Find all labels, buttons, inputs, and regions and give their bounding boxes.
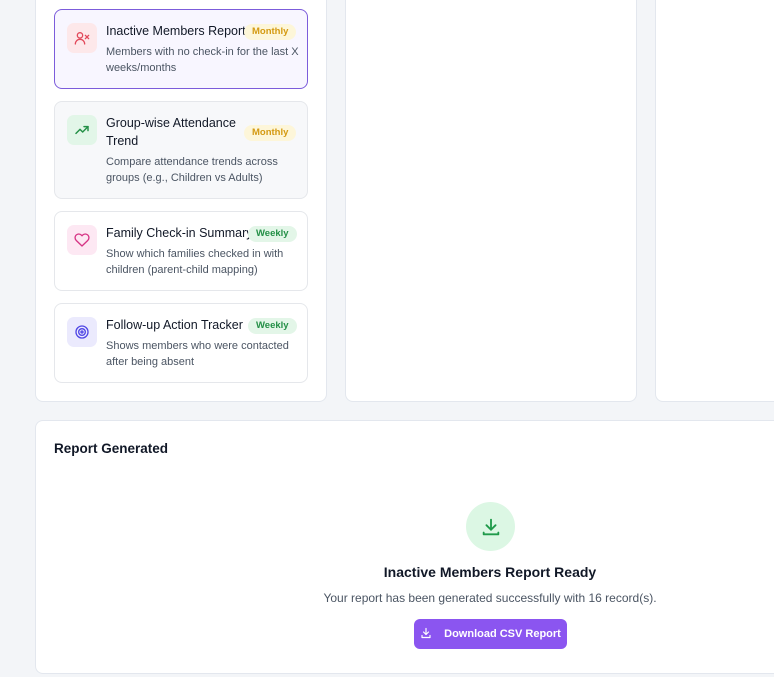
report-card-description: Shows members who were contacted after b… (106, 340, 289, 368)
report-card-title: Group-wise Attendance Trend (106, 116, 236, 148)
report-card-family-checkin[interactable]: Family Check-in Summary Weekly Show whic… (54, 211, 308, 291)
report-card-description: Members with no check-in for the last X … (106, 46, 299, 74)
report-card-title: Inactive Members Report (106, 24, 246, 38)
filters-panel (345, 0, 637, 402)
download-csv-button[interactable]: Download CSV Report (414, 619, 567, 649)
download-icon (466, 502, 515, 551)
frequency-badge: Monthly (244, 24, 297, 40)
frequency-badge: Monthly (244, 125, 297, 141)
report-card-followup-tracker[interactable]: Follow-up Action Tracker Weekly Shows me… (54, 303, 308, 383)
side-panel (655, 0, 774, 402)
download-csv-label: Download CSV Report (444, 628, 561, 640)
report-ready-message: Your report has been generated successfu… (323, 591, 657, 605)
download-icon (420, 627, 432, 642)
target-icon (67, 317, 97, 347)
report-card-group-attendance[interactable]: Group-wise Attendance Trend Monthly Comp… (54, 101, 308, 199)
report-generated-heading: Report Generated (54, 441, 169, 456)
frequency-badge: Weekly (248, 318, 297, 334)
user-x-icon (67, 23, 97, 53)
report-generated-panel (35, 420, 774, 674)
report-card-inactive-members[interactable]: Inactive Members Report Monthly Members … (54, 9, 308, 89)
heart-icon (67, 225, 97, 255)
report-ready-title: Inactive Members Report Ready (383, 564, 597, 580)
trending-up-icon (67, 115, 97, 145)
report-card-title: Family Check-in Summary (106, 226, 253, 240)
report-card-title: Follow-up Action Tracker (106, 318, 243, 332)
report-card-description: Show which families checked in with chil… (106, 248, 284, 276)
frequency-badge: Weekly (248, 226, 297, 242)
report-card-description: Compare attendance trends across groups … (106, 156, 278, 184)
